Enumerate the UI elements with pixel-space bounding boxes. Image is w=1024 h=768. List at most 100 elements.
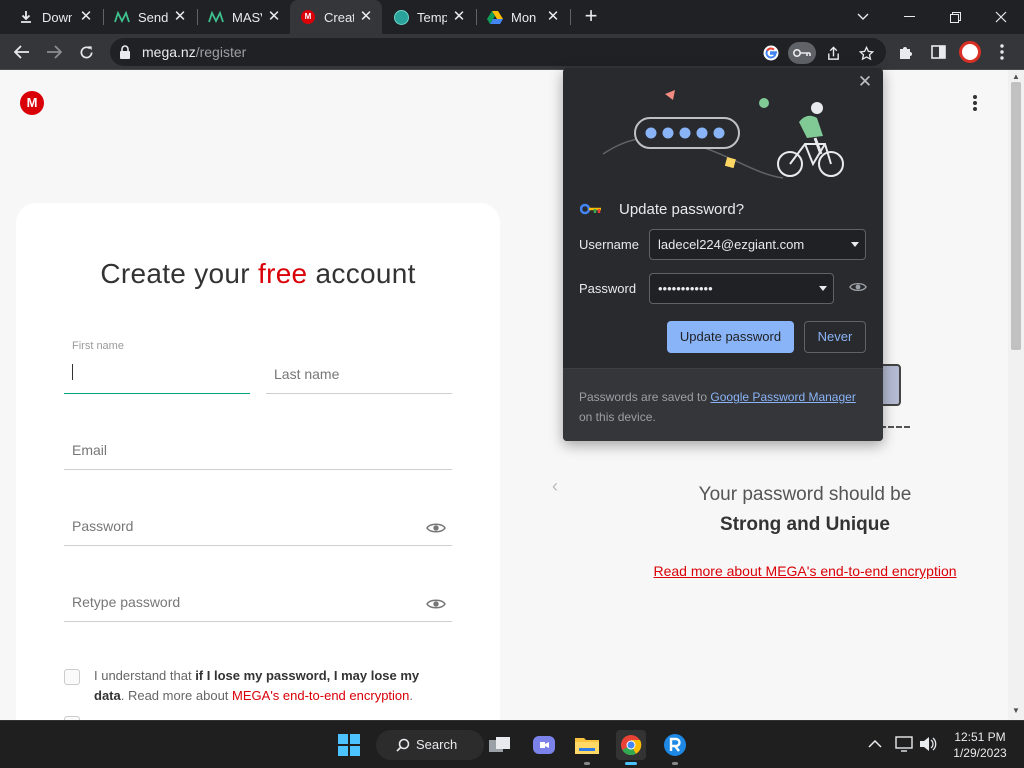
- browser-toolbar: mega.nz/register: [0, 34, 1024, 70]
- reload-icon[interactable]: [73, 39, 99, 65]
- tab-title: Mon: [511, 9, 537, 25]
- taskbar-search[interactable]: Search: [376, 730, 484, 760]
- volume-icon[interactable]: [919, 736, 937, 755]
- username-label: Username: [579, 237, 639, 252]
- username-select[interactable]: ladecel224@ezgiant.com: [649, 229, 866, 260]
- update-password-bubble: ✕ Update password? Username ladecel224@e…: [563, 68, 883, 441]
- page-scrollbar[interactable]: ▲ ▼: [1008, 70, 1024, 720]
- close-window-icon[interactable]: [978, 0, 1024, 34]
- search-label: Search: [416, 737, 458, 752]
- running-indicator: [672, 762, 678, 765]
- task-view-icon[interactable]: [485, 730, 515, 760]
- first-name-field[interactable]: [64, 360, 250, 394]
- running-indicator: [584, 762, 590, 765]
- retype-password-field[interactable]: Retype password: [64, 588, 452, 622]
- tab-title: Downloads: [42, 9, 72, 25]
- close-tab-icon[interactable]: ✕: [358, 9, 374, 25]
- password-manager-link[interactable]: Google Password Manager: [710, 390, 855, 404]
- page-menu-icon[interactable]: [966, 92, 984, 114]
- scroll-down-icon[interactable]: ▼: [1012, 706, 1020, 715]
- bookmark-star-icon[interactable]: [855, 42, 877, 64]
- tab-title: Temp Mail: [417, 9, 447, 25]
- close-tab-icon[interactable]: ✕: [451, 9, 467, 25]
- side-heading-bold: Strong and Unique: [720, 514, 890, 535]
- teams-chat-icon[interactable]: [529, 730, 559, 760]
- bubble-footer: Passwords are saved to Google Password M…: [563, 368, 883, 441]
- side-panel-icon[interactable]: [925, 39, 951, 65]
- back-icon[interactable]: [9, 39, 35, 65]
- network-icon[interactable]: [895, 736, 913, 755]
- reveal-password-eye-icon[interactable]: [849, 280, 867, 294]
- field-underline: [64, 621, 452, 622]
- last-name-placeholder: Last name: [274, 366, 340, 382]
- never-button[interactable]: Never: [804, 321, 866, 353]
- url-host: mega.nz: [142, 44, 196, 60]
- chrome-taskbar-icon[interactable]: [616, 730, 646, 765]
- tab-mega-register[interactable]: M Create your free account ✕: [290, 0, 382, 34]
- dropdown-arrow-icon: [819, 286, 827, 291]
- temp-mail-icon: [393, 9, 409, 25]
- tab-search-chevron-icon[interactable]: [840, 0, 886, 34]
- tab-temp-mail[interactable]: Temp Mail ✕: [383, 0, 475, 34]
- email-placeholder: Email: [72, 442, 108, 458]
- profile-avatar[interactable]: [957, 39, 983, 65]
- mega-logo[interactable]: M: [20, 91, 44, 115]
- url-path: /register: [195, 44, 247, 60]
- password-label: Password: [579, 281, 637, 296]
- tab-sendgrid[interactable]: SendGrid ✕: [104, 0, 196, 34]
- dropdown-arrow-icon: [851, 242, 859, 247]
- password-key-icon[interactable]: [788, 42, 816, 64]
- close-tab-icon[interactable]: ✕: [266, 9, 282, 25]
- lock-icon[interactable]: [118, 44, 134, 60]
- scrollbar-thumb[interactable]: [1011, 82, 1021, 350]
- download-icon: [18, 9, 34, 25]
- show-password-eye-icon[interactable]: [426, 521, 446, 535]
- r-app-icon[interactable]: [660, 730, 690, 765]
- register-card: Create your free account First name Last…: [16, 203, 500, 720]
- password-value: ••••••••••••: [658, 281, 713, 296]
- terms-end: .: [409, 688, 414, 703]
- chrome-menu-icon[interactable]: [989, 39, 1015, 65]
- close-tab-icon[interactable]: ✕: [172, 9, 188, 25]
- understand-checkbox[interactable]: [64, 669, 80, 685]
- terms-bold: if I lose my password, I may lose my: [195, 668, 420, 683]
- windows-taskbar: Search 12:51 PM 1/29/2023: [0, 720, 1024, 768]
- last-name-field[interactable]: Last name: [266, 360, 452, 394]
- close-icon[interactable]: ✕: [857, 73, 873, 90]
- close-tab-icon[interactable]: ✕: [545, 9, 561, 25]
- password-field[interactable]: Password: [64, 512, 452, 546]
- windows-start-icon[interactable]: [334, 730, 364, 760]
- show-password-eye-icon[interactable]: [426, 597, 446, 611]
- extensions-puzzle-icon[interactable]: [893, 39, 919, 65]
- scroll-up-icon[interactable]: ▲: [1012, 72, 1020, 81]
- close-tab-icon[interactable]: ✕: [78, 9, 94, 25]
- side-encryption-link[interactable]: Read more about MEGA's end-to-end encryp…: [585, 563, 1008, 579]
- encryption-link[interactable]: MEGA's end-to-end encryption: [232, 688, 409, 703]
- password-placeholder: Password: [72, 518, 134, 534]
- tab-masv[interactable]: MASV ✕: [198, 0, 290, 34]
- system-clock[interactable]: 12:51 PM 1/29/2023: [940, 729, 1020, 761]
- new-tab-icon[interactable]: +: [580, 5, 602, 29]
- bubble-title: Update password?: [619, 201, 745, 218]
- footer-text: Passwords are saved to Google Password M…: [579, 387, 869, 427]
- address-bar[interactable]: mega.nz/register: [110, 38, 886, 66]
- terms-data: data: [94, 688, 121, 703]
- tray-chevron-icon[interactable]: [868, 735, 882, 751]
- tab-title: Create your free account: [324, 9, 354, 25]
- footer-prefix: Passwords are saved to: [579, 390, 711, 404]
- forward-icon[interactable]: [41, 39, 67, 65]
- password-select[interactable]: ••••••••••••: [649, 273, 834, 304]
- minimize-icon[interactable]: [886, 0, 932, 34]
- tab-downloads[interactable]: Downloads ✕: [8, 0, 102, 34]
- carousel-prev-icon[interactable]: ‹: [552, 476, 558, 497]
- restore-icon[interactable]: [932, 0, 978, 34]
- update-password-button[interactable]: Update password: [667, 321, 794, 353]
- tab-title: MASV: [232, 9, 262, 25]
- share-icon[interactable]: [822, 42, 844, 64]
- url-text[interactable]: mega.nz/register: [142, 44, 246, 60]
- side-heading: Your password should be: [698, 484, 912, 505]
- file-explorer-icon[interactable]: [572, 730, 602, 765]
- google-icon[interactable]: [760, 42, 782, 64]
- email-field[interactable]: Email: [64, 436, 452, 470]
- tab-google-drive[interactable]: Mon ✕: [477, 0, 569, 34]
